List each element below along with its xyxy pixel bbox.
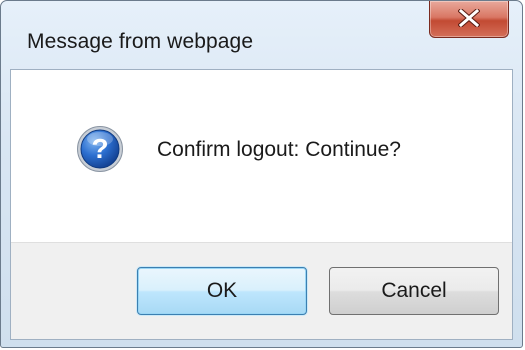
dialog-title: Message from webpage: [27, 30, 254, 53]
ok-button[interactable]: OK: [137, 267, 307, 315]
cancel-button[interactable]: Cancel: [329, 267, 499, 315]
button-bar: OK Cancel: [11, 242, 512, 339]
close-icon: [458, 9, 480, 27]
question-icon: ?: [77, 126, 123, 172]
dialog-body: ? Confirm logout: Continue? OK Cancel: [10, 69, 513, 340]
close-button[interactable]: [429, 1, 509, 38]
message-area: ? Confirm logout: Continue?: [11, 70, 512, 242]
svg-text:?: ?: [91, 133, 108, 164]
message-text: Confirm logout: Continue?: [157, 138, 401, 161]
title-bar[interactable]: Message from webpage: [1, 1, 522, 61]
dialog-window: Message from webpage ? Confirm logout: C…: [0, 0, 523, 348]
